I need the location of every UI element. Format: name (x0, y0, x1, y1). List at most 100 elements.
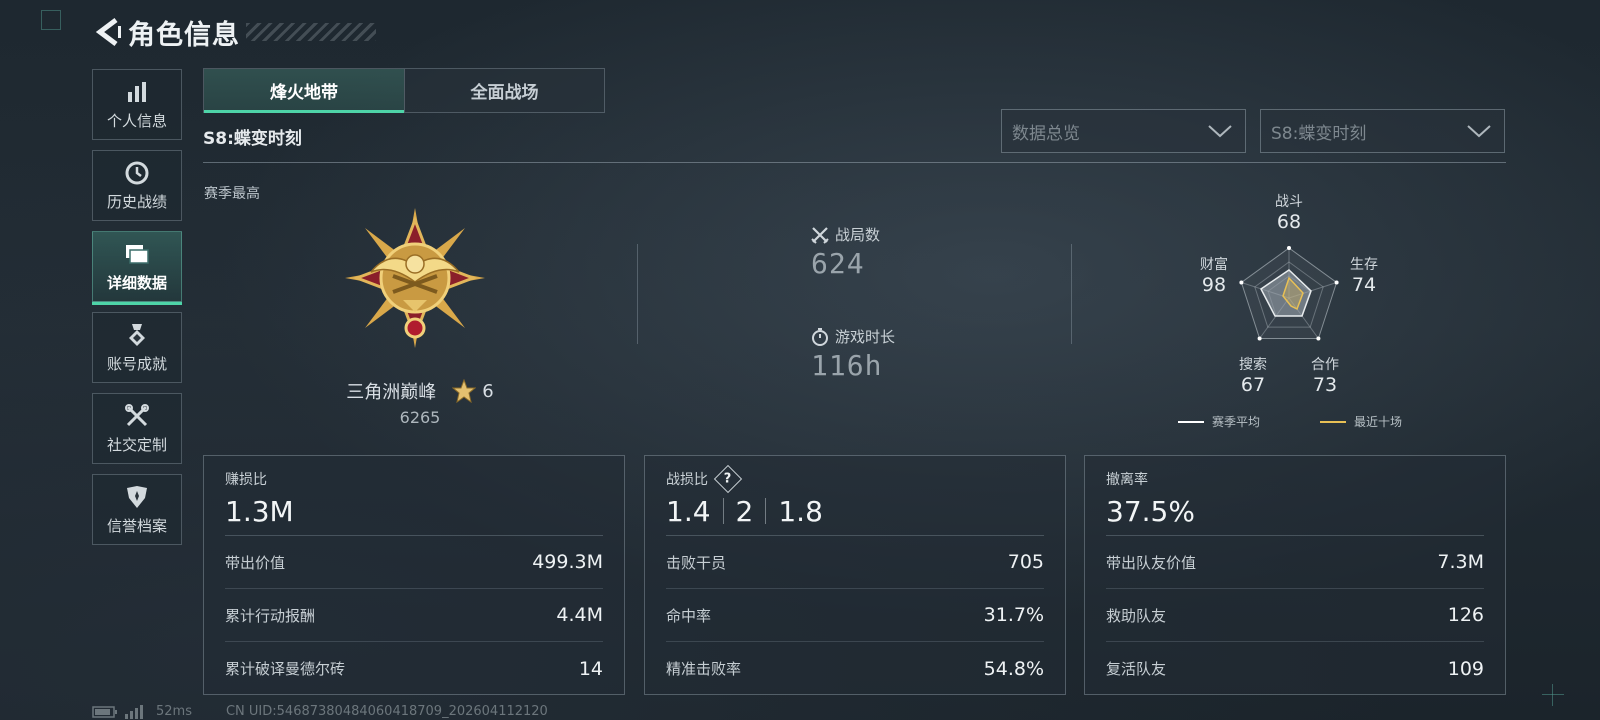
radar-axis-search: 搜索 67 (1223, 354, 1283, 396)
legend-label: 最近十场 (1354, 415, 1403, 429)
clock-history-icon (124, 159, 150, 187)
sidebar-item-label: 历史战绩 (106, 193, 167, 211)
rank-score: 6265 (399, 408, 441, 427)
playtime-metric: 游戏时长 116h (811, 326, 895, 382)
mode-tabs: 烽火地带 全面战场 (203, 68, 605, 113)
medal-icon (124, 321, 150, 349)
corner-decoration (41, 10, 61, 30)
shield-icon (124, 483, 150, 511)
row-value: 7.3M (1437, 551, 1484, 573)
sidebar-item-label: 账号成就 (106, 355, 167, 373)
card-title-row: 战损比 ? (666, 464, 1044, 494)
sidebar-item-achievements[interactable]: 账号成就 (92, 312, 182, 383)
radar-axis-value: 74 (1351, 274, 1377, 296)
page-title: 角色信息 (128, 19, 240, 51)
rank-name: 三角洲巅峰 (346, 382, 437, 403)
back-button[interactable] (92, 16, 124, 48)
folder-icon (124, 240, 150, 268)
radar-axis-label: 战斗 (1275, 194, 1303, 210)
radar-axis-value: 68 (1276, 211, 1302, 233)
sidebar-item-label: 详细数据 (106, 274, 167, 292)
section-divider (203, 162, 1506, 163)
battery-icon (92, 705, 117, 718)
sidebar-item-history[interactable]: 历史战绩 (92, 150, 182, 221)
card-value: 37.5% (1106, 494, 1195, 528)
season-dropdown-value: S8:蝶变时刻 (1271, 123, 1367, 144)
sidebar-item-reputation[interactable]: 信誉档案 (92, 474, 182, 545)
vertical-divider (637, 244, 638, 344)
row-label: 救助队友 (1106, 606, 1167, 625)
chevron-down-icon (1467, 125, 1491, 138)
radar-axis-label: 合作 (1311, 357, 1339, 373)
row-label: 带出队友价值 (1106, 553, 1197, 572)
list-item: 带出队友价值 7.3M (1106, 536, 1484, 589)
playtime-label: 游戏时长 (835, 328, 896, 346)
row-value: 14 (578, 657, 603, 680)
sidebar-item-detailed-data[interactable]: 详细数据 (92, 231, 182, 305)
kd-card: 战损比 ? 1.4 2 1.8 击败干员 705 命中率 31.7% 精准击败率… (644, 455, 1066, 695)
list-item: 累计行动报酬 4.4M (225, 589, 603, 642)
kd-value: 2 (735, 494, 754, 528)
legend-season-average: 赛季平均 (1178, 413, 1260, 430)
signal-icon (125, 704, 143, 719)
radar-axis-value: 98 (1201, 274, 1227, 296)
row-label: 精准击败率 (666, 660, 742, 678)
back-arrow-icon (95, 18, 121, 46)
help-button[interactable]: ? (713, 464, 743, 494)
status-footer: 52ms CN UID:5468738048406041870‌9_202604… (92, 704, 548, 719)
list-item: 带出价值 499.3M (225, 536, 603, 589)
uid-text: CN UID:5468738048406041870‌9_20260411212… (225, 704, 548, 719)
season-dropdown[interactable]: S8:蝶变时刻 (1260, 109, 1505, 153)
help-icon: ? (724, 471, 732, 487)
season-title: S8:蝶变时刻 (203, 129, 302, 149)
legend-swatch (1178, 420, 1204, 423)
tab-havoc-zone[interactable]: 烽火地带 (204, 69, 404, 113)
list-item: 复活队友 109 (1106, 642, 1484, 695)
matches-value: 624 (811, 247, 865, 280)
kd-separator (765, 498, 767, 524)
row-value: 4.4M (556, 604, 603, 626)
rank-medal-icon (345, 208, 485, 348)
star-icon (452, 379, 477, 403)
wrench-screwdriver-icon (124, 402, 150, 430)
title-stripes-decoration (246, 23, 376, 41)
radar-axis-combat: 战斗 68 (1259, 191, 1319, 233)
row-value: 109 (1447, 657, 1484, 680)
row-label: 命中率 (666, 606, 712, 625)
radar-axis-survival: 生存 74 (1334, 254, 1394, 296)
vertical-divider (1071, 244, 1072, 344)
extract-card: 撤离率 37.5% 带出队友价值 7.3M 救助队友 126 复活队友 109 (1084, 455, 1506, 695)
row-value: 705 (1007, 551, 1044, 573)
view-dropdown[interactable]: 数据总览 (1001, 109, 1246, 153)
sidebar-item-label: 个人信息 (106, 112, 167, 130)
sidebar-item-social[interactable]: 社交定制 (92, 393, 182, 464)
row-label: 击败干员 (666, 553, 727, 572)
sidebar-item-label: 信誉档案 (106, 517, 167, 535)
sidebar: 个人信息 历史战绩 详细数据 账号成就 社交定制 信誉档案 (92, 69, 182, 555)
sidebar-item-personal-info[interactable]: 个人信息 (92, 69, 182, 140)
stopwatch-icon (812, 327, 828, 346)
list-item: 累计破译曼德尔砖 14 (225, 642, 603, 695)
radar-axis-label: 生存 (1350, 257, 1378, 273)
list-item: 击败干员 705 (666, 536, 1044, 589)
playtime-value: 116h (811, 349, 883, 382)
chevron-down-icon (1208, 125, 1232, 138)
row-label: 复活队友 (1106, 660, 1167, 678)
bar-chart-icon (125, 78, 149, 106)
kd-value: 1.4 (666, 494, 711, 528)
matches-metric: 战局数 624 (811, 224, 880, 280)
list-item: 精准击败率 54.8% (666, 642, 1044, 695)
row-value: 126 (1447, 604, 1484, 626)
kd-value: 1.8 (778, 494, 823, 528)
corner-cross-decoration (1542, 684, 1564, 706)
radar-chart: 战斗 68 生存 74 合作 73 搜索 67 财富 98 (1186, 188, 1406, 398)
kd-values: 1.4 2 1.8 (666, 492, 1044, 530)
legend-label: 赛季平均 (1212, 415, 1261, 429)
profit-card: 赚损比 1.3M 带出价值 499.3M 累计行动报酬 4.4M 累计破译曼德尔… (203, 455, 625, 695)
radar-axis-wealth: 财富 98 (1184, 254, 1244, 296)
tab-full-battlefield[interactable]: 全面战场 (404, 69, 604, 112)
legend-swatch (1320, 420, 1346, 423)
matches-label: 战局数 (835, 226, 881, 244)
page-header: 角色信息 (92, 14, 376, 51)
kd-separator (722, 498, 724, 524)
